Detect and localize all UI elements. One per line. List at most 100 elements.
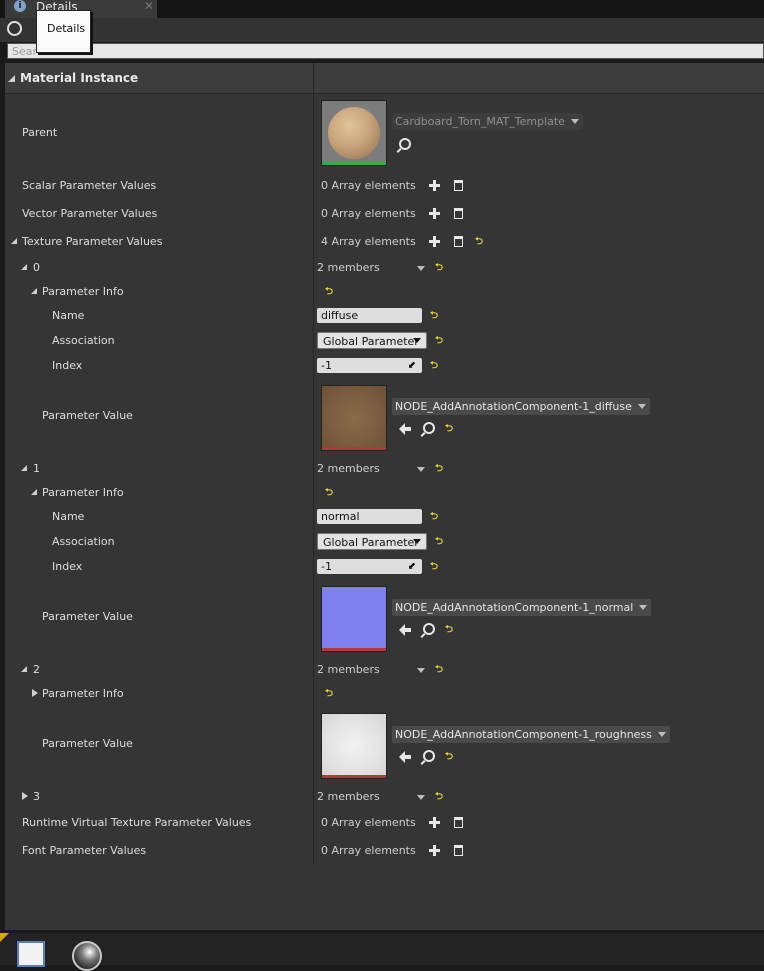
collapse-arrow-icon[interactable] <box>11 238 17 244</box>
parameter-value-label: Parameter Value <box>42 409 133 422</box>
texture-thumbnail[interactable] <box>321 586 387 652</box>
chevron-down-icon[interactable] <box>417 668 425 673</box>
trash-icon[interactable] <box>454 236 463 247</box>
scalar-count: 0 Array elements <box>321 179 416 192</box>
expand-arrow-icon[interactable] <box>32 689 38 697</box>
reset-icon[interactable]: ⮌ <box>430 512 439 522</box>
reset-icon[interactable]: ⮌ <box>325 689 334 699</box>
tooltip-text: Details <box>47 22 86 35</box>
reset-icon[interactable]: ⮌ <box>435 336 444 346</box>
element-3-row[interactable]: 3 2 members ⮌ <box>5 786 764 808</box>
element-0-value-row: Parameter Value NODE_AddAnnotationCompon… <box>5 385 764 451</box>
texture-asset-dropdown[interactable]: NODE_AddAnnotationComponent-1_roughness <box>392 726 670 743</box>
index-label: Index <box>52 560 83 573</box>
search-input[interactable] <box>8 44 734 58</box>
vector-count: 0 Array elements <box>321 207 416 220</box>
association-dropdown[interactable]: Global Parameter <box>317 533 427 550</box>
element-0-info-row[interactable]: Parameter Info ⮌ <box>5 281 764 303</box>
reset-icon[interactable]: ⮌ <box>445 752 454 762</box>
browse-icon[interactable] <box>423 422 435 434</box>
texture-asset-dropdown[interactable]: NODE_AddAnnotationComponent-1_diffuse <box>392 398 650 415</box>
collapse-arrow-icon[interactable] <box>21 264 27 270</box>
collapse-arrow-icon[interactable] <box>21 465 27 471</box>
add-icon[interactable] <box>429 817 440 828</box>
name-label: Name <box>52 309 85 322</box>
element-1-info-row[interactable]: Parameter Info ⮌ <box>5 482 764 504</box>
element-0-row[interactable]: 0 2 members ⮌ <box>5 257 764 279</box>
element-2-row[interactable]: 2 2 members ⮌ <box>5 659 764 681</box>
reset-icon[interactable]: ⮌ <box>325 287 334 297</box>
reset-icon[interactable]: ⮌ <box>435 464 444 474</box>
plane-preview-icon[interactable] <box>17 941 45 967</box>
close-icon[interactable]: ✕ <box>144 0 154 13</box>
expand-arrow-icon[interactable] <box>22 792 28 800</box>
trash-icon[interactable] <box>454 817 463 828</box>
parent-asset-name: Cardboard_Torn_MAT_Template <box>395 115 565 128</box>
element-0-assoc-row: Association Global Parameter ⮌ <box>5 330 764 352</box>
reset-icon[interactable]: ⮌ <box>435 792 444 802</box>
element-index: 2 <box>33 663 40 676</box>
name-field[interactable]: diffuse <box>317 308 422 323</box>
rvt-label: Runtime Virtual Texture Parameter Values <box>22 816 252 829</box>
association-value: Global Parameter <box>323 335 419 348</box>
element-1-assoc-row: Association Global Parameter ⮌ <box>5 531 764 553</box>
reset-icon[interactable]: ⮌ <box>325 488 334 498</box>
index-value: -1 <box>321 359 332 372</box>
lock-toggle-icon[interactable] <box>7 21 22 36</box>
collapse-arrow-icon[interactable] <box>31 489 37 495</box>
element-1-row[interactable]: 1 2 members ⮌ <box>5 458 764 480</box>
parent-thumbnail[interactable] <box>321 100 387 166</box>
browse-icon[interactable] <box>423 623 435 635</box>
trash-icon[interactable] <box>454 208 463 219</box>
reset-icon[interactable]: ⮌ <box>435 537 444 547</box>
add-icon[interactable] <box>429 845 440 856</box>
reset-icon[interactable]: ⮌ <box>445 625 454 635</box>
texture-row[interactable]: Texture Parameter Values 4 Array element… <box>5 231 764 253</box>
element-members: 2 members <box>317 663 380 676</box>
trash-icon[interactable] <box>454 180 463 191</box>
use-selected-icon[interactable] <box>399 423 411 435</box>
name-field[interactable]: normal <box>317 509 422 524</box>
reset-icon[interactable]: ⮌ <box>475 237 484 247</box>
association-dropdown[interactable]: Global Parameter <box>317 332 427 349</box>
texture-label: Texture Parameter Values <box>22 235 163 248</box>
element-members: 2 members <box>317 261 380 274</box>
section-header[interactable]: Material Instance <box>5 63 764 94</box>
search-bar <box>7 43 764 59</box>
use-selected-icon[interactable] <box>399 624 411 636</box>
parameter-info-label: Parameter Info <box>42 687 124 700</box>
reset-icon[interactable]: ⮌ <box>435 665 444 675</box>
reset-icon[interactable]: ⮌ <box>435 263 444 273</box>
info-icon: i <box>14 0 26 12</box>
reset-icon[interactable]: ⮌ <box>430 361 439 371</box>
sphere-preview-icon[interactable] <box>72 941 102 971</box>
tooltip: Details <box>36 10 91 53</box>
browse-icon[interactable] <box>399 138 411 150</box>
element-0-index-row: Index -1 ⬋ ⮌ <box>5 355 764 377</box>
use-selected-icon[interactable] <box>399 751 411 763</box>
index-spinner[interactable]: -1 ⬋ <box>317 358 422 373</box>
element-1-name-row: Name normal ⮌ <box>5 506 764 528</box>
element-2-info-row[interactable]: Parameter Info ⮌ <box>5 683 764 705</box>
parent-asset-dropdown[interactable]: Cardboard_Torn_MAT_Template <box>392 113 583 130</box>
browse-icon[interactable] <box>423 750 435 762</box>
collapse-arrow-icon[interactable] <box>8 75 15 82</box>
reset-icon[interactable]: ⮌ <box>430 562 439 572</box>
index-spinner[interactable]: -1 ⬋ <box>317 559 422 574</box>
texture-thumbnail[interactable] <box>321 385 387 451</box>
texture-thumbnail[interactable] <box>321 713 387 779</box>
corner-marker <box>0 933 9 942</box>
collapse-arrow-icon[interactable] <box>21 666 27 672</box>
collapse-arrow-icon[interactable] <box>31 288 37 294</box>
reset-icon[interactable]: ⮌ <box>445 424 454 434</box>
chevron-down-icon[interactable] <box>417 795 425 800</box>
chevron-down-icon[interactable] <box>417 467 425 472</box>
reset-icon[interactable]: ⮌ <box>430 311 439 321</box>
trash-icon[interactable] <box>454 845 463 856</box>
add-icon[interactable] <box>429 180 440 191</box>
chevron-down-icon[interactable] <box>417 266 425 271</box>
add-icon[interactable] <box>429 208 440 219</box>
asset-type-bar <box>322 162 386 165</box>
texture-asset-dropdown[interactable]: NODE_AddAnnotationComponent-1_normal <box>392 599 652 616</box>
add-icon[interactable] <box>429 236 440 247</box>
